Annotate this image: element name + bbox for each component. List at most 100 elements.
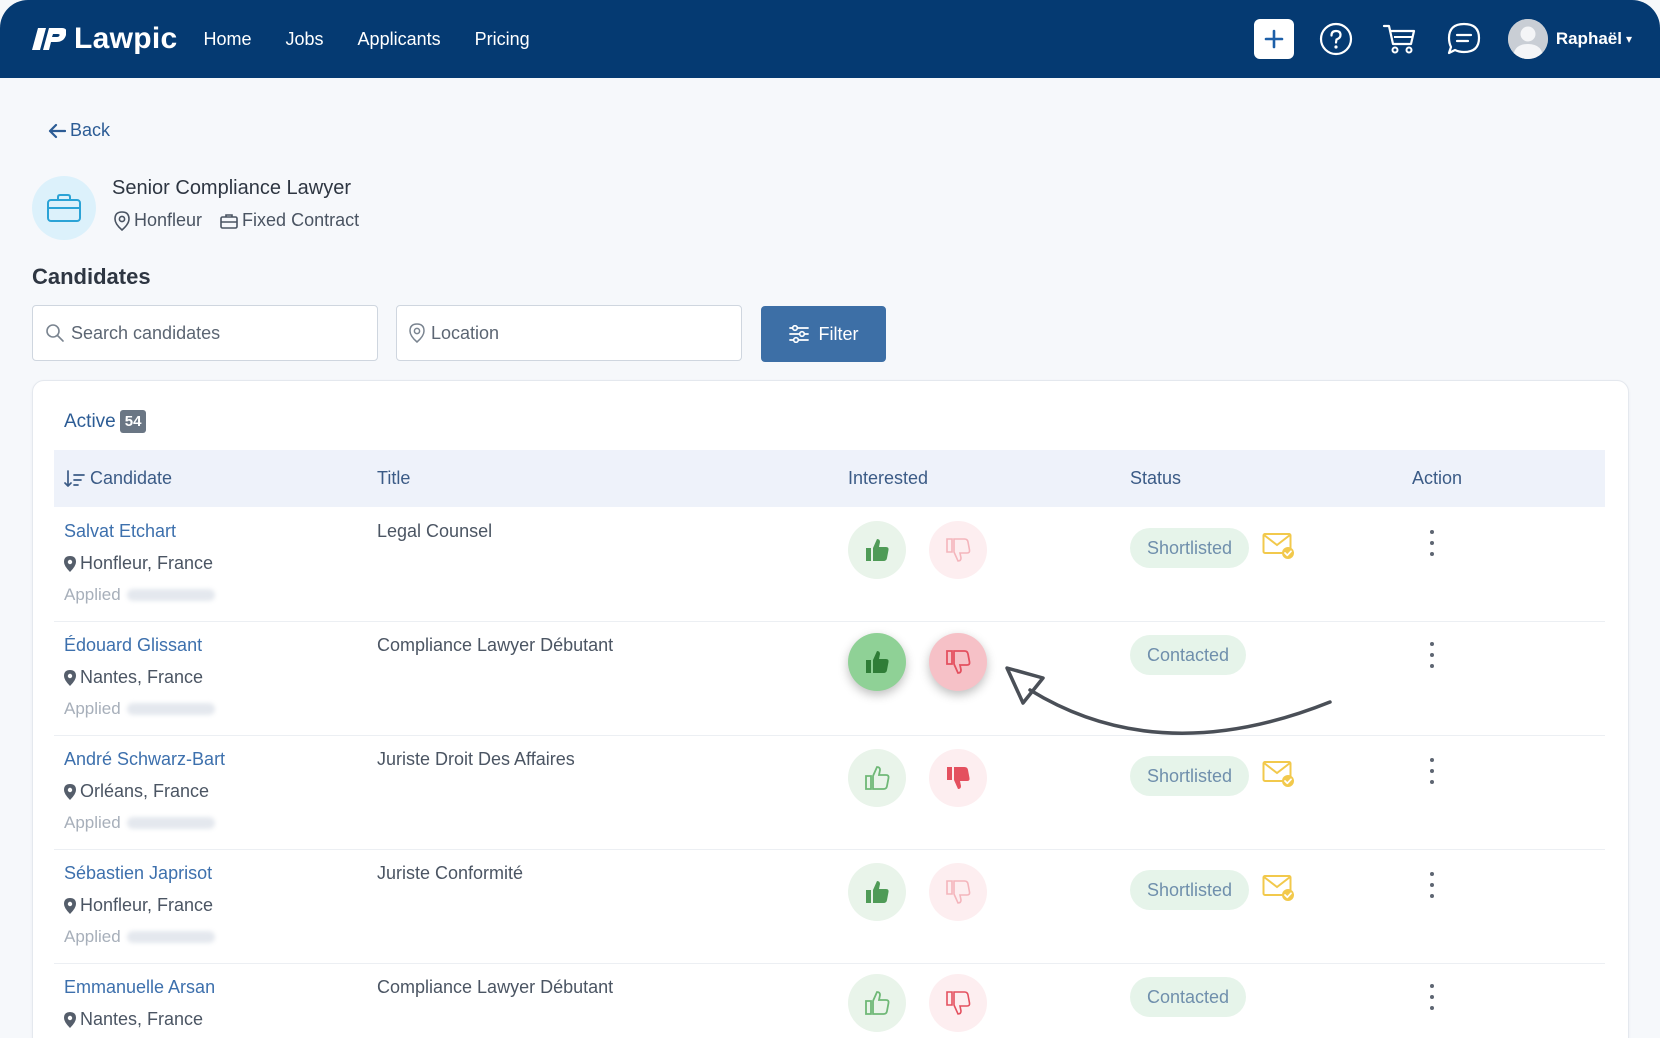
column-status: Status: [1130, 468, 1182, 488]
row-menu-button[interactable]: [1422, 984, 1442, 1010]
mail-sent-icon[interactable]: [1262, 759, 1296, 789]
thumbs-down-button[interactable]: [929, 521, 987, 579]
column-title: Title: [377, 468, 411, 488]
applied-date: Applied: [64, 813, 225, 833]
column-candidate-label: Candidate: [90, 468, 173, 488]
thumbs-up-icon: [863, 648, 891, 676]
status-badge: Contacted: [1130, 977, 1247, 1017]
nav-pricing[interactable]: Pricing: [475, 29, 530, 50]
candidate-name[interactable]: Édouard Glissant: [64, 635, 215, 656]
main-nav: Home Jobs Applicants Pricing: [204, 29, 564, 50]
thumbs-down-icon: [944, 989, 972, 1017]
mail-sent-icon[interactable]: [1262, 531, 1296, 561]
applied-date: Applied: [64, 585, 215, 605]
candidate-name[interactable]: Sébastien Japrisot: [64, 863, 215, 884]
job-meta: Honfleur Fixed Contract: [114, 210, 377, 231]
thumbs-up-icon: [863, 764, 891, 792]
thumbs-down-icon: [944, 764, 972, 792]
row-menu-button[interactable]: [1422, 758, 1442, 784]
job-contract: Fixed Contract: [220, 210, 359, 231]
search-placeholder: Search candidates: [71, 322, 221, 343]
map-pin-icon: [409, 323, 425, 343]
search-icon: [46, 324, 64, 342]
cart-button[interactable]: [1380, 19, 1420, 59]
candidate-name[interactable]: Emmanuelle Arsan: [64, 977, 215, 998]
job-location-text: Honfleur: [134, 210, 203, 230]
thumbs-down-icon: [944, 648, 972, 676]
table-row[interactable]: Édouard Glissant Nantes, France Applied …: [54, 621, 1605, 736]
thumbs-up-button[interactable]: [848, 863, 906, 921]
chevron-down-icon[interactable]: ▾: [1626, 32, 1632, 46]
chat-icon: [1447, 22, 1480, 55]
sort-icon: [64, 469, 85, 487]
thumbs-up-button[interactable]: [848, 633, 906, 691]
candidate-name[interactable]: Salvat Etchart: [64, 521, 215, 542]
thumbs-down-button[interactable]: [929, 974, 987, 1032]
location-input[interactable]: Location: [396, 305, 742, 361]
map-pin-filled-icon: [64, 897, 76, 914]
map-pin-filled-icon: [64, 555, 76, 572]
thumbs-down-button[interactable]: [929, 633, 987, 691]
search-input[interactable]: Search candidates: [32, 305, 378, 361]
applied-label: Applied: [64, 813, 121, 832]
thumbs-down-icon: [944, 536, 972, 564]
job-avatar: [32, 176, 96, 240]
filter-label: Filter: [818, 323, 859, 344]
nav-applicants[interactable]: Applicants: [358, 29, 441, 50]
candidate-location: Honfleur, France: [64, 895, 215, 916]
nav-actions: Raphaël ▾: [1253, 0, 1632, 78]
tab-active[interactable]: Active 54: [64, 410, 147, 433]
table-row[interactable]: André Schwarz-Bart Orléans, France Appli…: [54, 735, 1605, 850]
column-candidate[interactable]: Candidate: [64, 450, 172, 507]
thumbs-up-button[interactable]: [848, 974, 906, 1032]
map-pin-icon: [114, 210, 130, 231]
nav-jobs[interactable]: Jobs: [286, 29, 324, 50]
applied-label: Applied: [64, 585, 121, 604]
section-title: Candidates: [32, 264, 151, 289]
plus-icon: [1264, 29, 1284, 49]
candidate-location-text: Honfleur, France: [80, 553, 214, 573]
thumbs-up-button[interactable]: [848, 521, 906, 579]
candidate-location: Orléans, France: [64, 781, 225, 802]
candidate-title: Juriste Droit Des Affaires: [377, 749, 575, 769]
thumbs-up-button[interactable]: [848, 749, 906, 807]
user-menu-name[interactable]: Raphaël: [1556, 29, 1622, 49]
candidate-cell: André Schwarz-Bart Orléans, France Appli…: [64, 749, 225, 833]
thumbs-down-button[interactable]: [929, 863, 987, 921]
messages-button[interactable]: [1444, 19, 1484, 59]
nav-home[interactable]: Home: [204, 29, 252, 50]
brand-logo-icon: [32, 28, 66, 50]
row-menu-button[interactable]: [1422, 642, 1442, 668]
filter-button[interactable]: Filter: [761, 306, 886, 362]
candidate-title: Compliance Lawyer Débutant: [377, 635, 614, 655]
candidate-cell: Édouard Glissant Nantes, France Applied: [64, 635, 215, 719]
applied-date-blurred: [126, 931, 215, 943]
applied-date: Applied: [64, 927, 215, 947]
avatar[interactable]: [1507, 19, 1548, 59]
thumbs-down-button[interactable]: [929, 749, 987, 807]
cart-icon: [1382, 24, 1415, 54]
row-menu-button[interactable]: [1422, 530, 1442, 556]
applied-date: Applied: [64, 699, 215, 719]
candidate-location: Honfleur, France: [64, 553, 215, 574]
candidate-cell: Emmanuelle Arsan Nantes, France: [64, 977, 215, 1030]
candidate-title: Juriste Conformité: [377, 863, 524, 883]
help-button[interactable]: [1316, 19, 1356, 59]
applied-date-blurred: [126, 703, 215, 715]
thumbs-down-icon: [944, 878, 972, 906]
table-row[interactable]: Emmanuelle Arsan Nantes, France Complian…: [54, 963, 1605, 1038]
add-button[interactable]: [1253, 19, 1294, 59]
brand[interactable]: Lawpic: [32, 22, 178, 56]
job-location: Honfleur: [114, 210, 202, 231]
candidate-title: Compliance Lawyer Débutant: [377, 977, 614, 997]
table-row[interactable]: Sébastien Japrisot Honfleur, France Appl…: [54, 849, 1605, 964]
candidate-name[interactable]: André Schwarz-Bart: [64, 749, 225, 770]
table-row[interactable]: Salvat Etchart Honfleur, France Applied …: [54, 507, 1605, 622]
candidate-location: Nantes, France: [64, 667, 215, 688]
back-link[interactable]: Back: [48, 120, 110, 141]
row-menu-button[interactable]: [1422, 872, 1442, 898]
status-badge: Contacted: [1130, 635, 1247, 675]
status-badge: Shortlisted: [1130, 870, 1250, 910]
mail-sent-icon[interactable]: [1262, 873, 1296, 903]
candidate-location-text: Orléans, France: [80, 781, 210, 801]
